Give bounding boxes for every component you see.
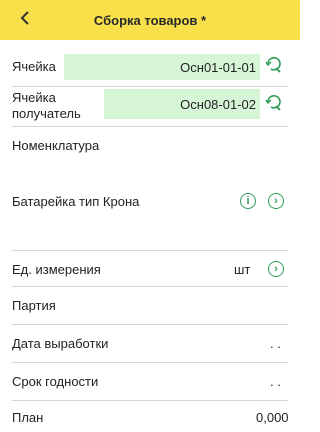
batch-label: Партия [12,298,56,313]
plan-label: План [12,410,44,425]
cell-scan-button[interactable] [264,56,284,79]
nomenclature-value[interactable]: Батарейка тип Крона [12,194,139,210]
target-cell-value: Осн08-01-02 [180,96,256,112]
cell-label: Ячейка [12,59,56,74]
nomenclature-label: Номенклатура [12,138,100,153]
chevron-right-icon: › [268,193,284,209]
nomenclature-open-button[interactable]: › [266,191,286,211]
unit-select-button[interactable]: › [266,259,286,279]
search-refresh-icon [265,56,283,79]
back-button[interactable] [14,8,36,32]
row-target-cell: Ячейка получатель Осн08-01-02 [12,86,288,127]
row-cell: Ячейка Осн01-01-01 [12,48,288,87]
target-cell-label: Ячейка получатель [12,90,81,121]
row-production-date[interactable]: Дата выработки . . [12,324,288,363]
cell-field[interactable]: Осн01-01-01 [64,54,260,80]
page-title: Сборка товаров * [93,12,207,28]
row-expiry[interactable]: Срок годности . . [12,362,288,401]
unit-label: Ед. измерения [12,262,101,277]
plan-value: 0,000 [256,410,289,425]
target-cell-field[interactable]: Осн08-01-02 [104,89,260,119]
chevron-left-icon [19,9,31,32]
search-refresh-icon [265,94,283,117]
production-date-value: . . [270,336,281,351]
row-plan: План 0,000 [12,400,289,432]
row-unit: Ед. измерения шт › [12,250,288,287]
chevron-right-icon: › [268,261,284,277]
target-cell-scan-button[interactable] [264,94,284,117]
production-date-label: Дата выработки [12,336,109,351]
row-batch[interactable]: Партия [12,286,288,325]
expiry-value: . . [270,374,281,389]
app-header: Сборка товаров * [0,0,300,40]
info-icon: i [240,193,256,209]
expiry-label: Срок годности [12,374,99,389]
unit-value: шт [234,262,251,277]
cell-value: Осн01-01-01 [180,59,256,75]
nomenclature-info-button[interactable]: i [238,191,258,211]
row-nomenclature: Номенклатура Батарейка тип Крона i › [12,126,288,251]
